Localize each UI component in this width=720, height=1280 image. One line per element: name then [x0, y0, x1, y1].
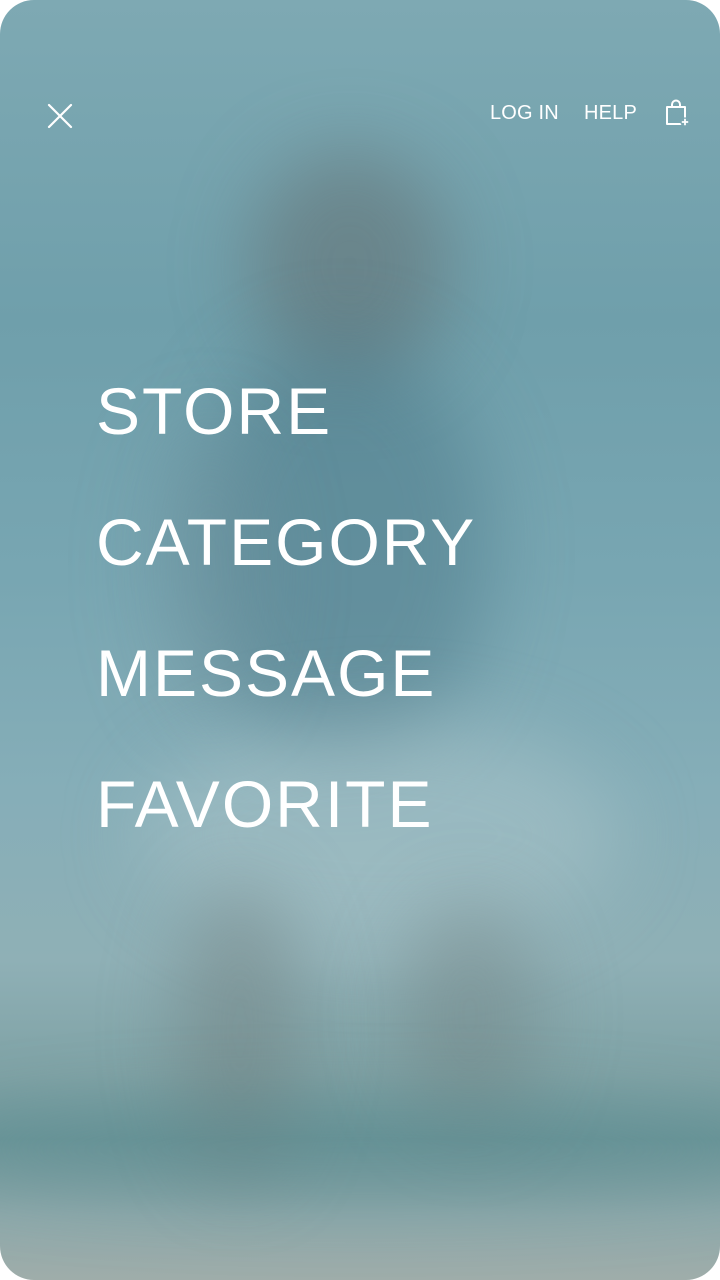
shopping-bag-button[interactable]: [662, 96, 692, 130]
top-nav: LOG IN HELP: [490, 96, 692, 130]
close-button[interactable]: [40, 95, 80, 135]
background-blur: [400, 900, 540, 1130]
shopping-bag-icon: [666, 99, 690, 127]
menu-item-store[interactable]: STORE: [96, 372, 476, 503]
help-link[interactable]: HELP: [584, 96, 637, 130]
login-link[interactable]: LOG IN: [490, 96, 559, 130]
menu-item-message[interactable]: MESSAGE: [96, 634, 476, 765]
background-blur: [0, 1110, 720, 1190]
menu-item-favorite[interactable]: FAVORITE: [96, 765, 476, 896]
main-menu: STORE CATEGORY MESSAGE FAVORITE: [96, 372, 476, 896]
menu-overlay: LOG IN HELP STORE CATEGORY MESSAGE FAVOR…: [0, 0, 720, 1280]
close-icon: [47, 103, 73, 129]
menu-item-category[interactable]: CATEGORY: [96, 503, 476, 634]
